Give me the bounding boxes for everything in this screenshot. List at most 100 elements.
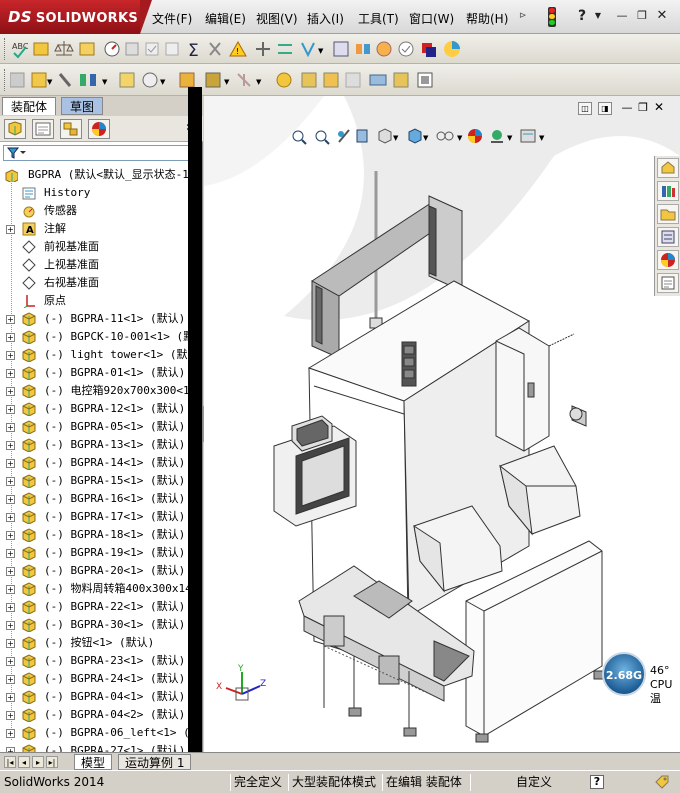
tree-item[interactable]: +(-) BGPCK-10-001<1> (默认) bbox=[0, 328, 188, 346]
tree-root[interactable]: BGPRA (默认<默认_显示状态-1>) bbox=[0, 166, 188, 184]
tree-item[interactable]: + A 注解 bbox=[0, 220, 188, 238]
tree-item[interactable]: + (-) BGPRA-11<1> (默认) bbox=[0, 310, 188, 328]
menu-pin-icon[interactable]: ⊳ bbox=[519, 11, 527, 21]
expand-icon[interactable]: + bbox=[6, 369, 15, 378]
tab-last-icon[interactable]: ▸| bbox=[46, 756, 58, 768]
expand-icon[interactable]: + bbox=[6, 423, 15, 432]
view-palette-icon[interactable] bbox=[657, 227, 679, 247]
tree-item[interactable]: + (-) BGPRA-19<1> (默认) bbox=[0, 544, 188, 562]
solidworks-resources-icon[interactable] bbox=[657, 158, 679, 178]
expand-icon[interactable]: + bbox=[6, 333, 15, 342]
menu-help[interactable]: 帮助(H) bbox=[466, 10, 508, 27]
tree-item[interactable]: + (-) BGPRA-04<1> (默认) bbox=[0, 688, 188, 706]
status-units[interactable]: 自定义 bbox=[516, 774, 552, 791]
expand-icon[interactable]: + bbox=[6, 603, 15, 612]
menu-insert[interactable]: 插入(I) bbox=[307, 10, 344, 27]
expand-icon[interactable]: + bbox=[6, 477, 15, 486]
expand-icon[interactable]: + bbox=[6, 387, 15, 396]
expand-icon[interactable]: + bbox=[6, 675, 15, 684]
tree-item[interactable]: + (-) BGPRA-12<1> (默认) bbox=[0, 400, 188, 418]
tree-filter[interactable] bbox=[3, 145, 200, 161]
tree-item[interactable]: + (-) BGPRA-04<2> (默认) bbox=[0, 706, 188, 724]
tab-assembly[interactable]: 装配体 bbox=[2, 97, 57, 115]
design-library-icon[interactable] bbox=[657, 181, 679, 201]
tree-item[interactable]: + (-) 按钮<1> (默认) bbox=[0, 634, 188, 652]
tree-item[interactable]: + (-) BGPRA-20<1> (默认) bbox=[0, 562, 188, 580]
tree-item[interactable]: 上视基准面 bbox=[0, 256, 188, 274]
expand-icon[interactable]: + bbox=[6, 405, 15, 414]
menu-file[interactable]: 文件(F) bbox=[152, 10, 192, 27]
minimize-button[interactable]: — bbox=[614, 9, 630, 23]
help-dropdown-icon[interactable]: ▼ bbox=[590, 9, 606, 23]
tree-item[interactable]: + (-) BGPRA-30<1> (默认) bbox=[0, 616, 188, 634]
tree-item[interactable]: 原点 bbox=[0, 292, 188, 310]
tree-item[interactable]: + (-) BGPRA-15<1> (默认) bbox=[0, 472, 188, 490]
tree-item[interactable]: + (-) BGPRA-18<1> (默认) bbox=[0, 526, 188, 544]
tree-item[interactable]: + (-) BGPRA-23<1> (默认) bbox=[0, 652, 188, 670]
toolbar-1-icons[interactable]: ABC Σ ! ▼ bbox=[12, 39, 492, 59]
tab-model[interactable]: 模型 bbox=[74, 754, 113, 770]
tree-item[interactable]: +(-) 电控箱920x700x300<1> (默 bbox=[0, 382, 188, 400]
rebuild-light-icon[interactable] bbox=[548, 7, 556, 27]
file-explorer-icon[interactable] bbox=[657, 204, 679, 224]
tree-item[interactable]: + (-) BGPRA-24<1> (默认) bbox=[0, 670, 188, 688]
expand-icon[interactable]: + bbox=[6, 639, 15, 648]
expand-icon[interactable]: + bbox=[6, 459, 15, 468]
tree-item[interactable]: + (-) BGPRA-17<1> (默认) bbox=[0, 508, 188, 526]
menu-edit[interactable]: 编辑(E) bbox=[205, 10, 246, 27]
cpu-monitor-widget[interactable]: 2.68G bbox=[602, 652, 646, 696]
tree-item[interactable]: +(-) light tower<1> (默认) bbox=[0, 346, 188, 364]
assembly-model[interactable] bbox=[204, 96, 680, 752]
status-tag-icon[interactable] bbox=[654, 774, 670, 790]
tree-item[interactable]: History bbox=[0, 184, 188, 202]
tree-item[interactable]: 右视基准面 bbox=[0, 274, 188, 292]
display-manager-icon[interactable] bbox=[88, 119, 110, 139]
expand-icon[interactable]: + bbox=[6, 441, 15, 450]
tree-item[interactable]: + (-) BGPRA-16<1> (默认) bbox=[0, 490, 188, 508]
expand-icon[interactable]: + bbox=[6, 351, 15, 360]
filter-icon[interactable] bbox=[7, 147, 27, 159]
tab-next-icon[interactable]: ▸ bbox=[32, 756, 44, 768]
configuration-manager-icon[interactable] bbox=[60, 119, 82, 139]
toolbar-2-icons[interactable]: ▼ ▼ ▼ ▼ ▼ bbox=[10, 70, 470, 90]
tab-prev-icon[interactable]: ◂ bbox=[18, 756, 30, 768]
expand-icon[interactable]: + bbox=[6, 711, 15, 720]
tree-item[interactable]: 传感器 bbox=[0, 202, 188, 220]
tree-item[interactable]: +(-) 物料周转箱400x300x148< bbox=[0, 580, 188, 598]
tree-item[interactable]: + (-) BGPRA-13<1> (默认) bbox=[0, 436, 188, 454]
expand-icon[interactable]: + bbox=[6, 657, 15, 666]
menu-window[interactable]: 窗口(W) bbox=[409, 10, 454, 27]
help-icon[interactable]: ? bbox=[574, 9, 590, 23]
status-help-icon[interactable]: ? bbox=[590, 775, 604, 789]
tree-item[interactable]: + (-) BGPRA-27<1> (默认) bbox=[0, 742, 188, 752]
tree-item[interactable]: +(-) BGPRA-06_left<1> (默认) bbox=[0, 724, 188, 742]
tree-item[interactable]: + (-) BGPRA-22<1> (默认) bbox=[0, 598, 188, 616]
tree-item[interactable]: + (-) BGPRA-05<1> (默认) bbox=[0, 418, 188, 436]
expand-icon[interactable]: + bbox=[6, 513, 15, 522]
expand-icon[interactable]: + bbox=[6, 315, 15, 324]
custom-properties-icon[interactable] bbox=[657, 273, 679, 293]
close-button[interactable]: ✕ bbox=[654, 9, 670, 23]
expand-icon[interactable]: + bbox=[6, 495, 15, 504]
tree-item[interactable]: + (-) BGPRA-14<1> (默认) bbox=[0, 454, 188, 472]
expand-icon[interactable]: + bbox=[6, 567, 15, 576]
expand-icon[interactable]: + bbox=[6, 621, 15, 630]
tab-first-icon[interactable]: |◂ bbox=[4, 756, 16, 768]
expand-icon[interactable]: + bbox=[6, 693, 15, 702]
expand-icon[interactable]: + bbox=[6, 585, 15, 594]
graphics-area[interactable]: ▼ ▼ ▼ ▼ ▼ ◫ ◨ — ❐ ✕ Y Z X 2.68G 46° CPU温 bbox=[204, 96, 680, 752]
tree-item[interactable]: 前视基准面 bbox=[0, 238, 188, 256]
menu-tools[interactable]: 工具(T) bbox=[358, 10, 399, 27]
expand-icon[interactable]: + bbox=[6, 225, 15, 234]
appearances-icon[interactable] bbox=[657, 250, 679, 270]
property-manager-icon[interactable] bbox=[32, 119, 54, 139]
tab-sketch[interactable]: 草图 bbox=[61, 97, 104, 115]
restore-button[interactable]: ❐ bbox=[634, 9, 650, 23]
menu-view[interactable]: 视图(V) bbox=[256, 10, 298, 27]
feature-tree-icon[interactable] bbox=[4, 119, 26, 139]
tree-item[interactable]: + (-) BGPRA-01<1> (默认) bbox=[0, 364, 188, 382]
expand-icon[interactable]: + bbox=[6, 531, 15, 540]
expand-icon[interactable]: + bbox=[6, 729, 15, 738]
expand-icon[interactable]: + bbox=[6, 549, 15, 558]
tab-motion-study[interactable]: 运动算例 1 bbox=[118, 754, 192, 770]
